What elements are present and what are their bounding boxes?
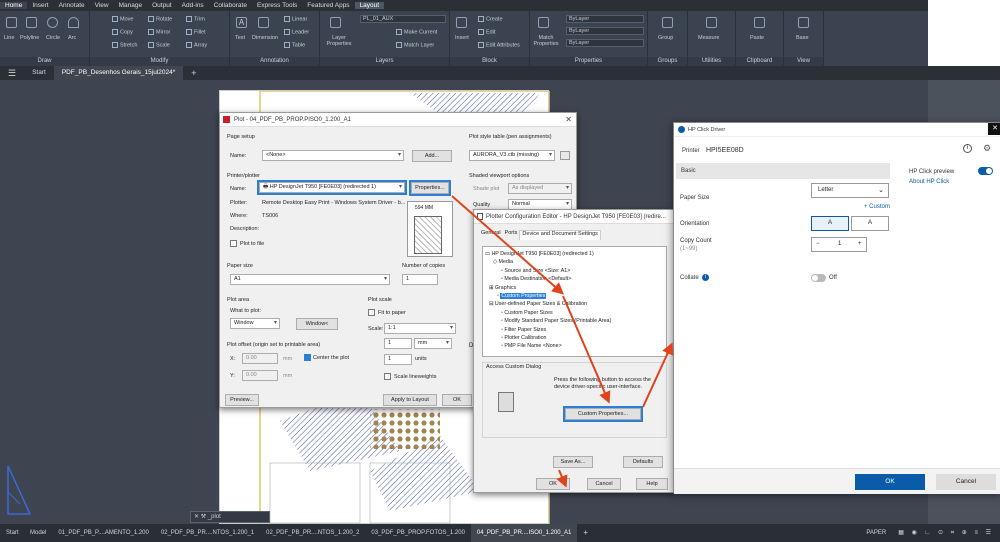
command-close-icon[interactable]: ✕ [194, 514, 199, 520]
layout-tab-04[interactable]: 04_PDF_PB_PR....ISO0_1.200_A1 [470, 524, 578, 542]
tutorial-arrows [451, 195, 674, 488]
layout-tab-02-2[interactable]: 02_PDF_PB_PR....NTOS_1.200_2 [260, 524, 365, 542]
layout-tab-01[interactable]: 01_PDF_PB_P....AMENTO_1.200 [52, 524, 155, 542]
command-line[interactable]: ✕ ⚒ _plot [190, 511, 270, 523]
command-wrench-icon[interactable]: ⚒ [201, 514, 206, 520]
arrow-to-custom-properties-tree [451, 195, 565, 295]
arrow-to-hp-driver [642, 342, 674, 408]
start-button[interactable]: Start [0, 524, 24, 542]
status-bar: Start Model 01_PDF_PB_P....AMENTO_1.200 … [0, 524, 1000, 542]
layout-tab-02-1[interactable]: 02_PDF_PB_PR....NTOS_1.200_1 [155, 524, 260, 542]
command-text: _plot [207, 514, 221, 520]
layout-tab-model[interactable]: Model [24, 524, 52, 542]
layout-tab-03[interactable]: 03_PDF_PB_PROP.FOTOS_1.200 [365, 524, 471, 542]
arrow-to-ok-button [556, 469, 568, 488]
add-layout-icon[interactable]: + [577, 524, 594, 542]
status-toggle-icons[interactable]: ▦ ◉ ∟ ⊙ ⌗ ⊕ ≡ ☰ [892, 524, 1000, 542]
paper-space-indicator[interactable]: PAPER [860, 524, 892, 542]
arrow-to-custom-properties-button [562, 295, 611, 404]
